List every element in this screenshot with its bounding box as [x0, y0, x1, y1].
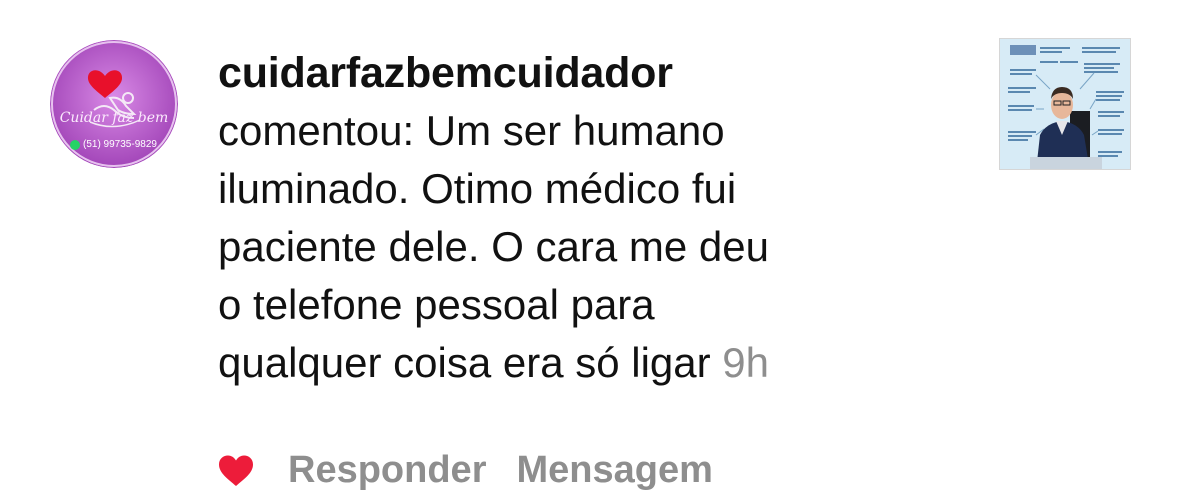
timestamp: 9h	[722, 339, 770, 386]
message-button[interactable]: Mensagem	[516, 449, 712, 492]
heart-icon[interactable]	[218, 454, 254, 486]
comment-line: o telefone pessoal para	[218, 281, 655, 328]
whatsapp-icon	[70, 139, 80, 150]
comment-line: paciente dele. O cara me deu	[218, 223, 770, 270]
user-avatar[interactable]: Cuidar faz bem (51) 99735-9829	[50, 40, 178, 168]
comment-notification: Cuidar faz bem (51) 99735-9829 cuidarfaz…	[0, 0, 1179, 494]
avatar-brand-text: Cuidar faz bem	[59, 110, 169, 126]
reply-button[interactable]: Responder	[288, 449, 486, 492]
post-thumbnail-image	[1000, 39, 1130, 169]
avatar-phone: (51) 99735-9829	[70, 139, 170, 150]
avatar-phone-text: (51) 99735-9829	[83, 139, 157, 150]
comment-line: comentou: Um ser humano	[218, 107, 725, 154]
post-thumbnail[interactable]	[999, 38, 1131, 170]
comment-body: cuidarfazbemcuidador comentou: Um ser hu…	[218, 44, 958, 392]
comment-actions: Responder Mensagem	[218, 444, 743, 496]
comment-line-last: qualquer coisa era só ligar 9h	[218, 334, 958, 392]
comment-line-text: qualquer coisa era só ligar	[218, 339, 711, 386]
username-link[interactable]: cuidarfazbemcuidador	[218, 44, 958, 102]
comment-line: iluminado. Otimo médico fui	[218, 165, 737, 212]
